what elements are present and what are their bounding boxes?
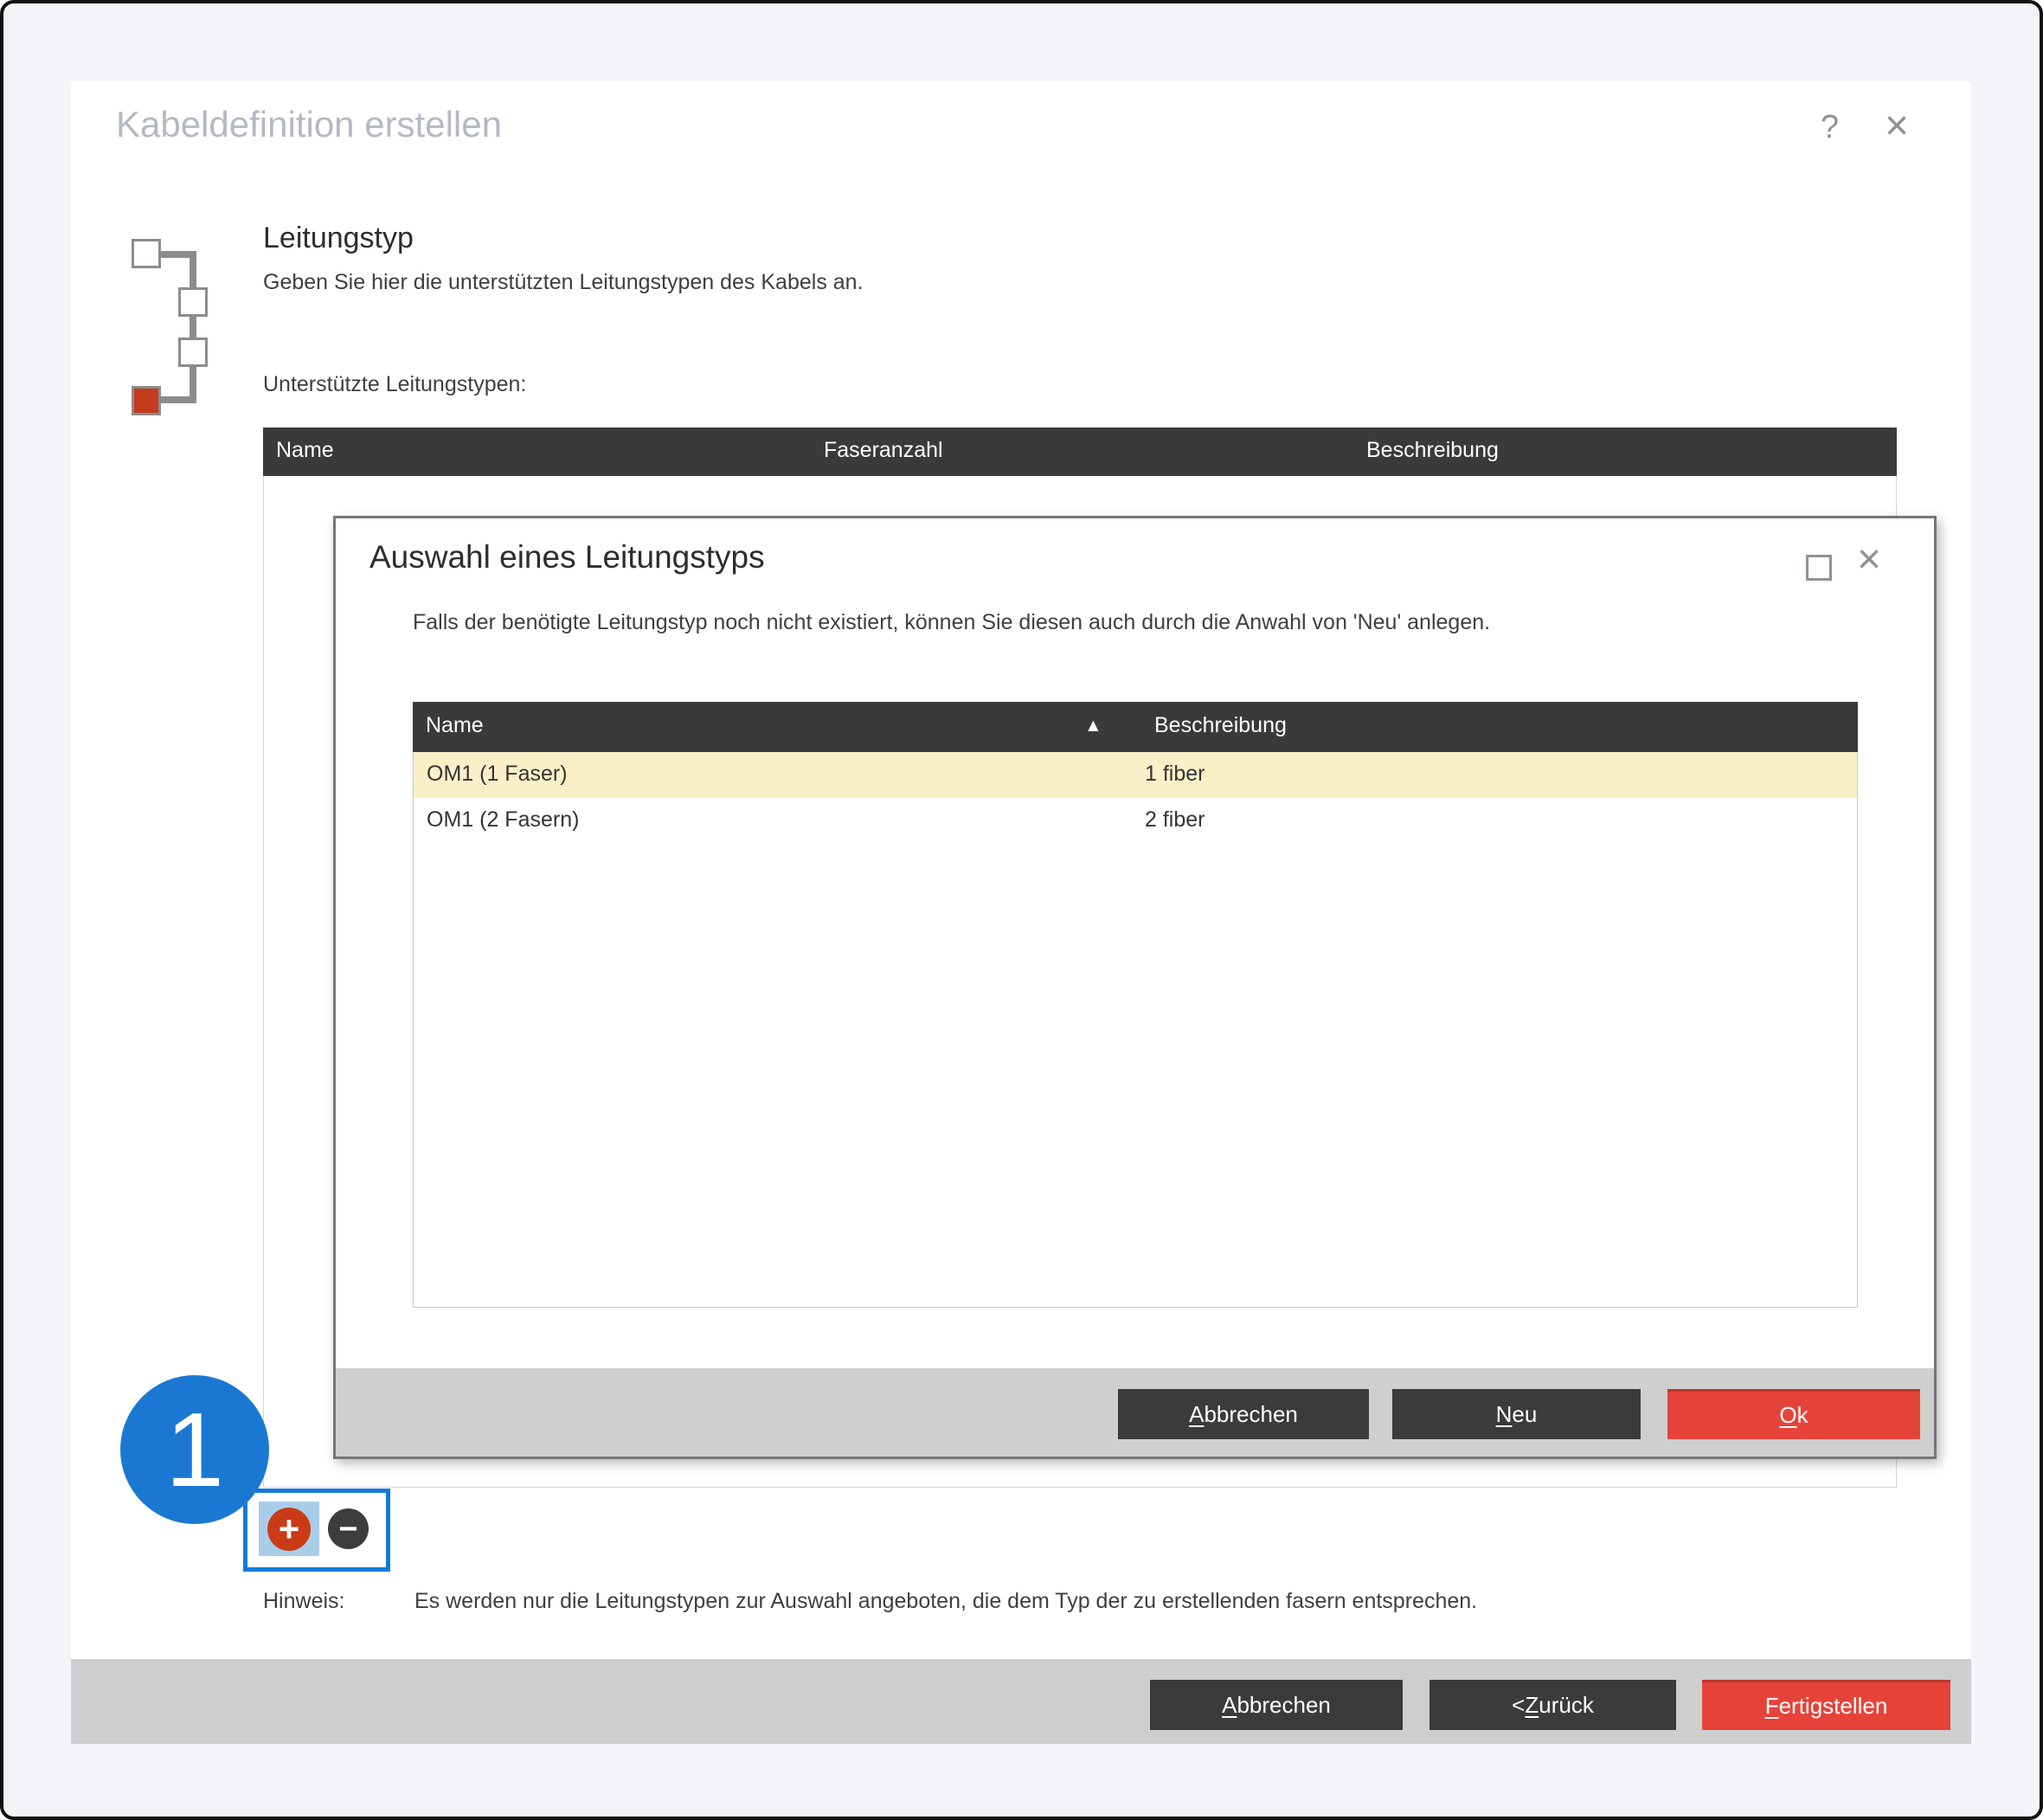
line-type-selection-dialog: Auswahl eines Leitungstyps × Falls der b… (333, 516, 1937, 1459)
close-icon[interactable]: × (1885, 102, 1909, 150)
label-part: < (1512, 1692, 1525, 1719)
step-square-current (132, 386, 161, 415)
window-footer: Abbrechen < Zurück Fertigstellen (71, 1659, 1971, 1744)
screenshot-frame: Kabeldefinition erstellen ? × Leitungsty… (0, 0, 2043, 1820)
annotation-highlight-box (243, 1489, 390, 1572)
label-part: A (1222, 1692, 1237, 1719)
label-part: F (1765, 1693, 1779, 1720)
dialog-ok-button[interactable]: Ok (1667, 1389, 1920, 1439)
page-description: Geben Sie hier die unterstützten Leitung… (263, 270, 864, 295)
column-header-name[interactable]: Name (426, 713, 484, 738)
label-part: eu (1512, 1401, 1537, 1428)
label-part: O (1779, 1402, 1796, 1429)
label-part: k (1797, 1402, 1809, 1429)
label-part: bbrechen (1237, 1692, 1330, 1719)
label-part: bbrechen (1204, 1401, 1297, 1428)
cell-description: 1 fiber (1145, 762, 1205, 787)
label-part: urück (1539, 1692, 1594, 1719)
page-title: Leitungstyp (263, 222, 414, 255)
cell-name: OM1 (2 Fasern) (427, 807, 579, 833)
dialog-title: Auswahl eines Leitungstyps (369, 539, 765, 576)
step-square-2 (178, 287, 208, 317)
column-header-beschreibung[interactable]: Beschreibung (1154, 713, 1287, 738)
step-connector (161, 396, 196, 403)
dialog-footer: Abbrechen Neu Ok (336, 1368, 1934, 1457)
step-connector (190, 251, 196, 403)
table-row-selected[interactable]: OM1 (1 Faser) 1 fiber (414, 752, 1857, 798)
column-header-beschreibung[interactable]: Beschreibung (1366, 438, 1499, 463)
cell-description: 2 fiber (1145, 807, 1205, 833)
annotation-step-badge: 1 (120, 1375, 269, 1524)
dialog-cancel-button[interactable]: Abbrechen (1118, 1389, 1369, 1439)
label-part: Z (1525, 1692, 1539, 1719)
step-square-1 (132, 239, 161, 268)
cell-name: OM1 (1 Faser) (427, 762, 568, 787)
line-type-table[interactable]: Name ▲ Beschreibung OM1 (1 Faser) 1 fibe… (413, 702, 1858, 1308)
label-part: ertigstellen (1779, 1693, 1888, 1720)
cancel-button[interactable]: Abbrechen (1150, 1680, 1403, 1730)
dialog-close-icon[interactable]: × (1857, 536, 1881, 583)
maximize-icon[interactable] (1806, 555, 1832, 581)
hint-text: Es werden nur die Leitungstypen zur Ausw… (414, 1589, 1477, 1614)
supported-types-label: Unterstützte Leitungstypen: (263, 372, 526, 397)
label-part: A (1189, 1401, 1204, 1428)
label-part: N (1496, 1401, 1513, 1428)
finish-button[interactable]: Fertigstellen (1702, 1680, 1950, 1730)
step-square-3 (178, 338, 208, 367)
sort-ascending-icon[interactable]: ▲ (1084, 716, 1102, 736)
column-header-faseranzahl[interactable]: Faseranzahl (824, 438, 943, 463)
dialog-table-header: Name ▲ Beschreibung (413, 702, 1858, 752)
column-header-name[interactable]: Name (276, 438, 334, 463)
dialog-new-button[interactable]: Neu (1392, 1389, 1641, 1439)
table-header: Name Faseranzahl Beschreibung (263, 428, 1897, 476)
wizard-steps-icon (130, 237, 212, 423)
table-row[interactable]: OM1 (2 Fasern) 2 fiber (414, 798, 1857, 844)
hint-label: Hinweis: (263, 1589, 344, 1614)
window-title: Kabeldefinition erstellen (116, 104, 502, 145)
help-icon[interactable]: ? (1821, 109, 1839, 146)
back-button[interactable]: < Zurück (1429, 1680, 1676, 1730)
dialog-description: Falls der benötigte Leitungstyp noch nic… (413, 610, 1490, 635)
